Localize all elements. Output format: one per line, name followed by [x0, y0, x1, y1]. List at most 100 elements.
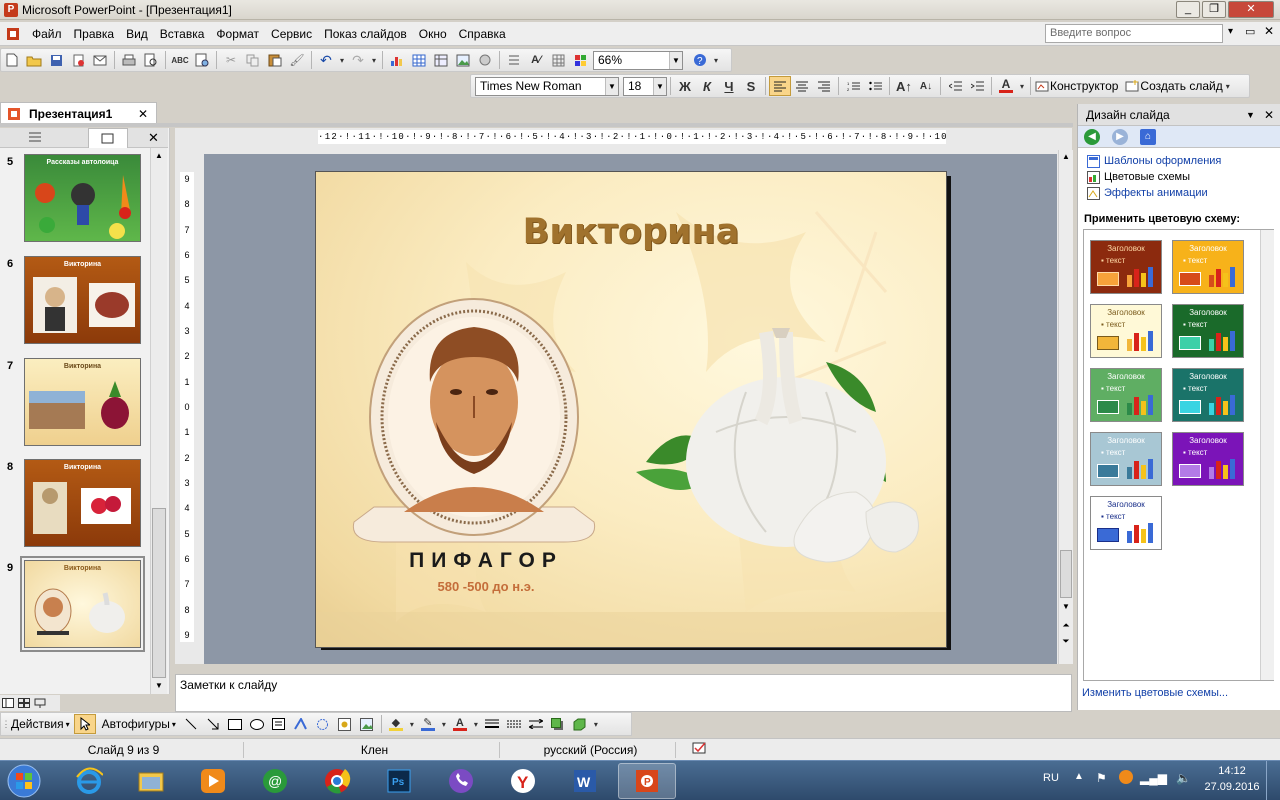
designer-icon[interactable] — [1034, 76, 1050, 96]
spelling-status-icon[interactable] — [688, 742, 712, 758]
spelling-icon[interactable]: ABC — [169, 50, 191, 70]
email-icon[interactable] — [89, 50, 111, 70]
new-slide-icon[interactable] — [1124, 76, 1140, 96]
draw-font-color-icon[interactable]: A — [449, 714, 471, 734]
increase-font-icon[interactable]: A↑ — [893, 76, 915, 96]
designer-button[interactable]: Конструктор — [1050, 79, 1118, 93]
format-painter-icon[interactable]: 🖌 — [286, 50, 308, 70]
action-center-icon[interactable]: ⚑ — [1096, 771, 1107, 785]
line-color-icon[interactable]: ✎ — [417, 714, 439, 734]
menu-tools[interactable]: Сервис — [265, 23, 318, 45]
redo-icon[interactable]: ↷ — [347, 50, 369, 70]
arrow-icon[interactable] — [202, 714, 224, 734]
taskbar-photoshop[interactable]: Ps — [370, 763, 428, 799]
help-search-input[interactable]: Введите вопрос — [1045, 24, 1223, 43]
font-dropdown-icon[interactable]: ▼ — [605, 77, 618, 95]
document-menu-icon[interactable] — [0, 24, 26, 44]
color-scheme-tile[interactable]: Заголовок ▪ текст — [1172, 368, 1244, 422]
slide-thumbnail[interactable]: Рассказы автолоица — [24, 154, 141, 242]
line-style-icon[interactable] — [481, 714, 503, 734]
dash-style-icon[interactable] — [503, 714, 525, 734]
taskbar-mail-agent[interactable]: @ — [246, 763, 304, 799]
slide-thumbnail-row-selected[interactable]: 9 Викторина — [0, 556, 150, 652]
slide-thumbnail[interactable]: Викторина — [24, 358, 141, 446]
italic-button[interactable]: К — [696, 76, 718, 96]
slide-title[interactable]: Викторина — [316, 212, 946, 252]
scroll-thumb[interactable] — [152, 508, 166, 678]
menu-slideshow[interactable]: Показ слайдов — [318, 23, 413, 45]
taskbar-chrome[interactable] — [308, 763, 366, 799]
back-icon[interactable]: ◀ — [1084, 129, 1100, 145]
scroll-thumb[interactable] — [1060, 550, 1072, 598]
toolbar-options-icon[interactable]: ▾ — [711, 50, 721, 70]
help-icon[interactable]: ? — [689, 50, 711, 70]
permission-icon[interactable] — [67, 50, 89, 70]
bold-button[interactable]: Ж — [674, 76, 696, 96]
bullets-icon[interactable] — [864, 76, 886, 96]
toolbar-options-icon[interactable]: ▾ — [591, 714, 601, 734]
color-scheme-tile[interactable]: Заголовок ▪ текст — [1090, 304, 1162, 358]
expand-icon[interactable] — [503, 50, 525, 70]
animation-effects-link[interactable]: Эффекты анимации — [1104, 187, 1208, 199]
gallery-scrollbar[interactable] — [1260, 230, 1274, 680]
print-preview-icon[interactable] — [140, 50, 162, 70]
grid-icon[interactable] — [547, 50, 569, 70]
color-grayscale-icon[interactable] — [569, 50, 591, 70]
research-icon[interactable] — [191, 50, 213, 70]
taskbar-media-player[interactable] — [184, 763, 242, 799]
start-button[interactable] — [4, 763, 52, 799]
doc-close-icon[interactable]: ✕ — [1264, 24, 1274, 38]
taskbar-word[interactable]: W — [556, 763, 614, 799]
font-combo[interactable]: Times New Roman ▼ — [475, 76, 619, 96]
textbox-icon[interactable] — [268, 714, 290, 734]
insert-table-icon[interactable] — [408, 50, 430, 70]
scroll-down-icon[interactable]: ▼ — [1059, 600, 1073, 614]
line-color-dropdown-icon[interactable]: ▾ — [439, 714, 449, 734]
slide-thumbnail[interactable]: Викторина — [24, 459, 141, 547]
actions-dropdown-icon[interactable]: ▾ — [66, 720, 70, 729]
restore-button[interactable]: ❐ — [1202, 1, 1226, 18]
slide-thumbnail[interactable]: Викторина — [24, 560, 141, 648]
slide-thumbnail-row[interactable]: 7 Викторина — [0, 358, 150, 448]
fill-color-dropdown-icon[interactable]: ▾ — [407, 714, 417, 734]
diagram-icon[interactable] — [474, 50, 496, 70]
change-color-schemes-link[interactable]: Изменить цветовые схемы... — [1082, 687, 1228, 699]
taskbar-explorer[interactable] — [122, 763, 180, 799]
redo-dropdown-icon[interactable]: ▾ — [369, 50, 379, 70]
insert-image-icon[interactable] — [356, 714, 378, 734]
new-icon[interactable] — [1, 50, 23, 70]
color-scheme-tile[interactable]: Заголовок ▪ текст — [1090, 496, 1162, 550]
menu-view[interactable]: Вид — [120, 23, 154, 45]
font-color-dropdown-icon[interactable]: ▾ — [1017, 76, 1027, 96]
horizontal-ruler[interactable]: ·12·!·11·!·10·!·9·!·8·!·7·!·6·!·5·!·4·!·… — [318, 130, 946, 144]
diagram-insert-icon[interactable] — [312, 714, 334, 734]
undo-icon[interactable]: ↶ — [315, 50, 337, 70]
shadow-style-icon[interactable] — [547, 714, 569, 734]
task-pane-menu-icon[interactable]: ▼ — [1246, 104, 1255, 126]
arrow-style-icon[interactable] — [525, 714, 547, 734]
insert-chart-icon[interactable] — [386, 50, 408, 70]
align-left-icon[interactable] — [769, 76, 791, 96]
decrease-font-icon[interactable]: A↓ — [915, 76, 937, 96]
slides-pane-scrollbar[interactable]: ▲ ▼ — [150, 148, 167, 694]
color-scheme-tile[interactable]: Заголовок ▪ текст — [1090, 432, 1162, 486]
scroll-up-icon[interactable]: ▲ — [151, 148, 167, 164]
color-schemes-link[interactable]: Цветовые схемы — [1104, 171, 1190, 183]
zoom-combo[interactable]: 66% ▼ — [593, 50, 683, 70]
decrease-indent-icon[interactable] — [944, 76, 966, 96]
align-center-icon[interactable] — [791, 76, 813, 96]
menu-edit[interactable]: Правка — [68, 23, 121, 45]
home-icon[interactable]: ⌂ — [1140, 129, 1156, 145]
font-size-dropdown-icon[interactable]: ▼ — [653, 77, 666, 95]
menu-help[interactable]: Справка — [453, 23, 512, 45]
slides-pane-close-icon[interactable]: ✕ — [148, 130, 159, 146]
task-pane-close-icon[interactable]: ✕ — [1264, 104, 1274, 126]
oval-icon[interactable] — [246, 714, 268, 734]
print-icon[interactable] — [118, 50, 140, 70]
person-name[interactable]: ПИФАГОР — [406, 549, 566, 573]
vertical-ruler[interactable]: 9 8 7 6 5 4 3 2 1 0 1 2 3 4 5 6 7 8 9 — [180, 172, 194, 642]
tray-app-icon[interactable] — [1118, 769, 1134, 788]
cut-icon[interactable]: ✂ — [220, 50, 242, 70]
tray-expand-icon[interactable]: ▲ — [1074, 771, 1084, 782]
paste-icon[interactable] — [264, 50, 286, 70]
